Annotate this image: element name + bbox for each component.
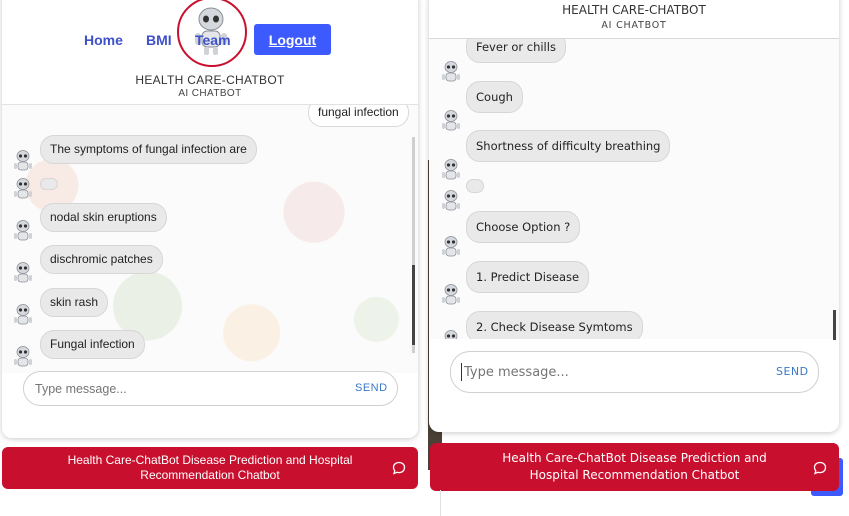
robot-icon <box>442 284 460 305</box>
right-header: HEALTH CARE-CHATBOT AI CHATBOT <box>429 0 839 39</box>
message-input[interactable] <box>461 363 764 381</box>
left-chat-window: Home BMI Team Logout HEALTH CARE-CHATBOT… <box>2 0 418 438</box>
bot-message: The symptoms of fungal infection are <box>40 135 257 164</box>
nav-team-link[interactable]: Team <box>195 32 231 48</box>
robot-icon <box>14 346 32 367</box>
bot-message: Fever or chills <box>466 39 566 63</box>
robot-icon <box>444 330 458 339</box>
nav-bmi-link[interactable]: BMI <box>146 32 172 48</box>
robot-icon <box>195 7 227 55</box>
send-button[interactable]: SEND <box>776 365 809 378</box>
robot-icon <box>442 236 460 257</box>
chatbot-banner[interactable]: Health Care-ChatBot Disease Prediction a… <box>2 447 418 489</box>
robot-icon <box>14 150 32 171</box>
divider <box>440 490 441 516</box>
banner-text: Health Care-ChatBot Disease Prediction a… <box>67 453 353 482</box>
right-chat-window: HEALTH CARE-CHATBOT AI CHATBOT Fever or … <box>429 0 839 432</box>
scrollbar-thumb[interactable] <box>833 310 836 340</box>
left-message-list: fungal infection The symptoms of fungal … <box>2 105 418 373</box>
user-message: fungal infection <box>308 105 409 127</box>
robot-icon <box>14 304 32 325</box>
bot-message: Fungal infection <box>40 330 145 359</box>
bot-message: 1. Predict Disease <box>466 261 590 293</box>
message-input-box: SEND <box>450 351 819 393</box>
left-header: Home BMI Team Logout HEALTH CARE-CHATBOT… <box>2 0 418 105</box>
chat-bubble-icon <box>392 461 406 475</box>
chat-bubble-icon <box>813 461 827 475</box>
bot-message: Cough <box>466 81 523 113</box>
bot-message: skin rash <box>40 288 109 317</box>
send-button[interactable]: SEND <box>355 382 388 394</box>
bot-message: Shortness of difficulty breathing <box>466 130 671 162</box>
robot-icon <box>14 178 32 199</box>
scrollbar-thumb[interactable] <box>412 265 415 345</box>
bot-message: Choose Option ? <box>466 211 581 243</box>
bot-message-empty <box>40 178 58 190</box>
bot-message: dischromic patches <box>40 245 163 274</box>
robot-icon <box>442 159 460 180</box>
robot-icon <box>442 61 460 82</box>
robot-icon <box>14 262 32 283</box>
nav-home-link[interactable]: Home <box>84 32 123 48</box>
robot-icon <box>442 110 460 131</box>
right-message-list: Fever or chills Cough Shortness of diffi… <box>429 39 839 339</box>
brand-title: HEALTH CARE-CHATBOT <box>135 73 285 87</box>
robot-icon <box>14 220 32 241</box>
chatbot-banner[interactable]: Health Care-ChatBot Disease Prediction a… <box>430 443 839 491</box>
brand-title: HEALTH CARE-CHATBOT <box>562 3 706 17</box>
brand-subtitle: AI CHATBOT <box>601 20 667 31</box>
message-input[interactable] <box>35 380 335 397</box>
robot-icon <box>442 190 460 211</box>
banner-text: Health Care-ChatBot Disease Prediction a… <box>502 451 767 482</box>
logout-button[interactable]: Logout <box>254 24 331 55</box>
bot-message: nodal skin eruptions <box>40 203 167 232</box>
brand-subtitle: AI CHATBOT <box>178 88 242 99</box>
message-input-box: SEND <box>23 371 398 406</box>
bot-message-empty <box>466 179 484 193</box>
bot-message: 2. Check Disease Symtoms <box>466 311 643 339</box>
